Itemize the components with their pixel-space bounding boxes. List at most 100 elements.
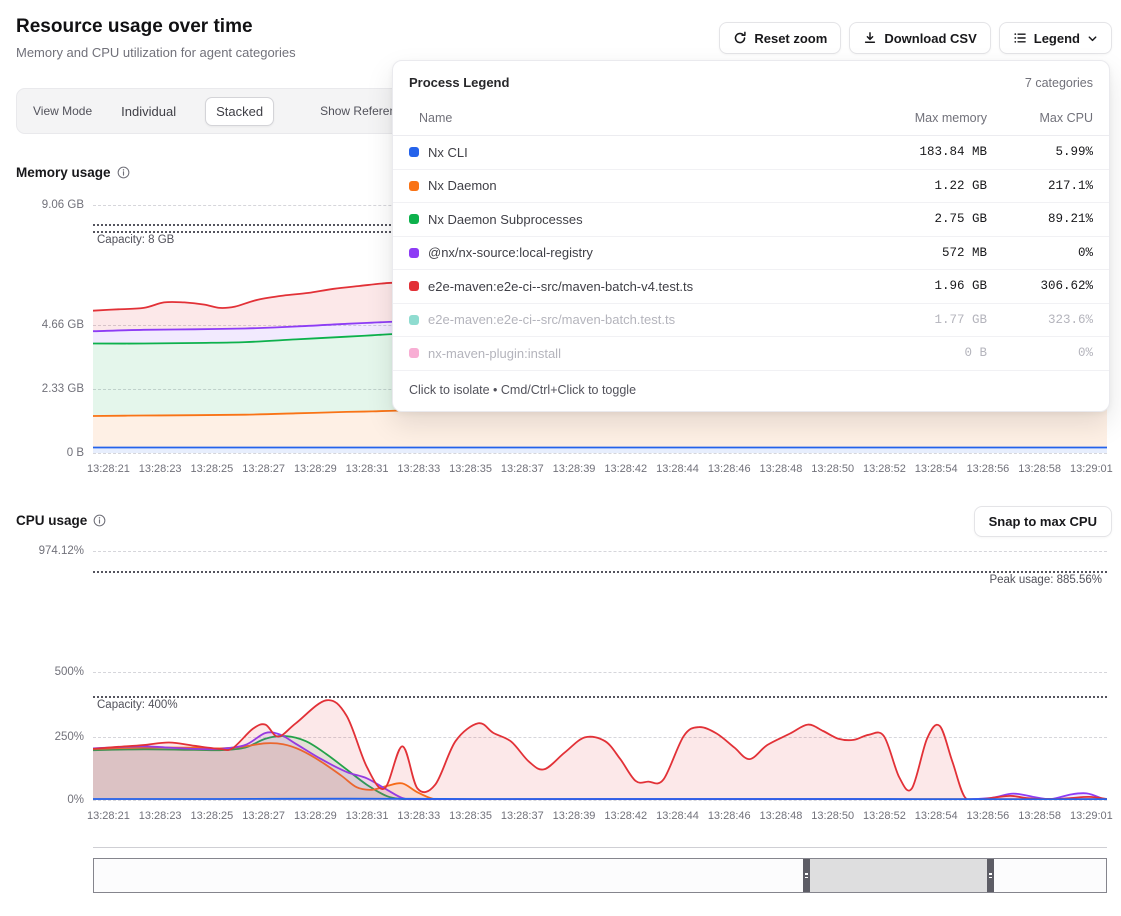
xaxis-tick-label: 13:28:48 bbox=[760, 463, 803, 475]
memory-ytick: 4.66 GB bbox=[12, 319, 84, 331]
download-csv-button[interactable]: Download CSV bbox=[849, 22, 990, 54]
view-mode-label: View Mode bbox=[33, 104, 92, 118]
legend-row[interactable]: e2e-maven:e2e-ci--src/maven-batch-v4.tes… bbox=[393, 270, 1109, 304]
legend-row[interactable]: Nx Daemon Subprocesses 2.75 GB 89.21% bbox=[393, 203, 1109, 237]
xaxis-tick-label: 13:28:44 bbox=[656, 463, 699, 475]
xaxis-tick-label: 13:29:01 bbox=[1070, 463, 1113, 475]
cpu-xaxis: 13:28:21 13:28:23 13:28:25 13:28:27 13:28:29… bbox=[87, 810, 1113, 822]
xaxis-tick-label: 13:28:42 bbox=[604, 810, 647, 822]
memory-xaxis: 13:28:2113:28:2313:28:2513:28:2713:28:29… bbox=[87, 463, 1113, 475]
xaxis-tick-label: 13:28:35 bbox=[449, 463, 492, 475]
legend-label: Legend bbox=[1034, 31, 1080, 46]
series-swatch bbox=[409, 315, 419, 325]
legend-panel-title: Process Legend bbox=[409, 75, 509, 90]
timeline-brush[interactable] bbox=[93, 858, 1107, 893]
xaxis-tick-label: 13:29:01 bbox=[1070, 810, 1113, 822]
xaxis-tick-label: 13:28:52 bbox=[863, 810, 906, 822]
legend-column-headers: Name Max memory Max CPU bbox=[393, 102, 1109, 136]
xaxis-tick-label: 13:28:46 bbox=[708, 810, 751, 822]
series-area bbox=[93, 700, 1107, 800]
view-mode-stacked-button[interactable]: Stacked bbox=[205, 97, 274, 126]
cpu-capacity-label: Capacity: 400% bbox=[97, 699, 178, 711]
xaxis-tick-label: 13:28:23 bbox=[139, 463, 182, 475]
reset-zoom-button[interactable]: Reset zoom bbox=[719, 22, 841, 54]
xaxis-tick-label: 13:28:35 bbox=[449, 810, 492, 822]
xaxis-tick-label: 13:28:37 bbox=[501, 463, 544, 475]
col-header-max-memory: Max memory bbox=[837, 111, 987, 125]
legend-footer-hint: Click to isolate • Cmd/Ctrl+Click to tog… bbox=[393, 371, 1109, 399]
view-mode-individual-button[interactable]: Individual bbox=[110, 97, 187, 126]
refresh-icon bbox=[733, 31, 747, 45]
series-swatch bbox=[409, 348, 419, 358]
header-actions: Reset zoom Download CSV Legend bbox=[719, 22, 1112, 54]
xaxis-tick-label: 13:28:39 bbox=[553, 463, 596, 475]
cpu-capacity-line bbox=[93, 696, 1107, 698]
cpu-peak-label: Peak usage: 885.56% bbox=[989, 574, 1102, 586]
cpu-peak-line bbox=[93, 571, 1107, 573]
legend-row[interactable]: Nx Daemon 1.22 GB 217.1% bbox=[393, 170, 1109, 204]
cpu-chart-plot[interactable] bbox=[93, 551, 1107, 800]
memory-ytick: 2.33 GB bbox=[12, 383, 84, 395]
col-header-name: Name bbox=[419, 111, 837, 125]
series-swatch bbox=[409, 214, 419, 224]
resource-usage-dashboard: Resource usage over time Memory and CPU … bbox=[0, 0, 1121, 916]
info-icon[interactable] bbox=[93, 514, 106, 527]
xaxis-tick-label: 13:28:52 bbox=[863, 463, 906, 475]
xaxis-tick-label: 13:28:58 bbox=[1018, 810, 1061, 822]
memory-ytick: 0 B bbox=[12, 447, 84, 459]
cpu-ytick: 0% bbox=[12, 794, 84, 806]
download-icon bbox=[863, 31, 877, 45]
xaxis-tick-label: 13:28:29 bbox=[294, 810, 337, 822]
series-line bbox=[93, 799, 1107, 800]
xaxis-tick-label: 13:28:27 bbox=[242, 810, 285, 822]
page-subtitle: Memory and CPU utilization for agent cat… bbox=[16, 45, 296, 60]
memory-ytick: 9.06 GB bbox=[12, 199, 84, 211]
brush-axis-line bbox=[93, 847, 1107, 848]
xaxis-tick-label: 13:28:46 bbox=[708, 463, 751, 475]
snap-to-max-cpu-button[interactable]: Snap to max CPU bbox=[974, 506, 1112, 537]
xaxis-tick-label: 13:28:50 bbox=[811, 810, 854, 822]
col-header-max-cpu: Max CPU bbox=[987, 111, 1093, 125]
xaxis-tick-label: 13:28:25 bbox=[190, 810, 233, 822]
brush-selection[interactable] bbox=[810, 859, 987, 892]
legend-row[interactable]: nx-maven-plugin:install 0 B 0% bbox=[393, 337, 1109, 371]
brush-handle-right[interactable] bbox=[987, 859, 994, 892]
xaxis-tick-label: 13:28:37 bbox=[501, 810, 544, 822]
xaxis-tick-label: 13:28:54 bbox=[915, 810, 958, 822]
list-icon bbox=[1013, 31, 1027, 45]
legend-row[interactable]: Nx CLI 183.84 MB 5.99% bbox=[393, 136, 1109, 170]
legend-dropdown-button[interactable]: Legend bbox=[999, 22, 1112, 54]
info-icon[interactable] bbox=[117, 166, 130, 179]
xaxis-tick-label: 13:28:23 bbox=[139, 810, 182, 822]
gridline bbox=[93, 800, 1107, 801]
xaxis-tick-label: 13:28:44 bbox=[656, 810, 699, 822]
xaxis-tick-label: 13:28:21 bbox=[87, 810, 130, 822]
series-swatch bbox=[409, 248, 419, 258]
cpu-ytick: 250% bbox=[12, 731, 84, 743]
xaxis-tick-label: 13:28:39 bbox=[553, 810, 596, 822]
process-legend-popover: Process Legend 7 categories Name Max mem… bbox=[392, 60, 1110, 412]
xaxis-tick-label: 13:28:33 bbox=[397, 463, 440, 475]
memory-capacity-label: Capacity: 8 GB bbox=[97, 234, 174, 246]
gridline bbox=[93, 453, 1107, 454]
brush-handle-left[interactable] bbox=[803, 859, 810, 892]
xaxis-tick-label: 13:28:31 bbox=[346, 463, 389, 475]
cpu-ytick: 974.12% bbox=[12, 545, 84, 557]
cpu-usage-title: CPU usage bbox=[16, 513, 106, 528]
xaxis-tick-label: 13:28:25 bbox=[190, 463, 233, 475]
page-title: Resource usage over time bbox=[16, 16, 253, 38]
xaxis-tick-label: 13:28:42 bbox=[604, 463, 647, 475]
xaxis-tick-label: 13:28:54 bbox=[915, 463, 958, 475]
memory-usage-title: Memory usage bbox=[16, 165, 130, 180]
xaxis-tick-label: 13:28:50 bbox=[811, 463, 854, 475]
legend-row[interactable]: e2e-maven:e2e-ci--src/maven-batch.test.t… bbox=[393, 304, 1109, 338]
xaxis-tick-label: 13:28:56 bbox=[966, 463, 1009, 475]
legend-row[interactable]: @nx/nx-source:local-registry 572 MB 0% bbox=[393, 237, 1109, 271]
xaxis-tick-label: 13:28:31 bbox=[346, 810, 389, 822]
xaxis-tick-label: 13:28:29 bbox=[294, 463, 337, 475]
xaxis-tick-label: 13:28:33 bbox=[397, 810, 440, 822]
chevron-down-icon bbox=[1087, 33, 1098, 44]
series-swatch bbox=[409, 281, 419, 291]
reset-zoom-label: Reset zoom bbox=[754, 31, 827, 46]
cpu-ytick: 500% bbox=[12, 666, 84, 678]
